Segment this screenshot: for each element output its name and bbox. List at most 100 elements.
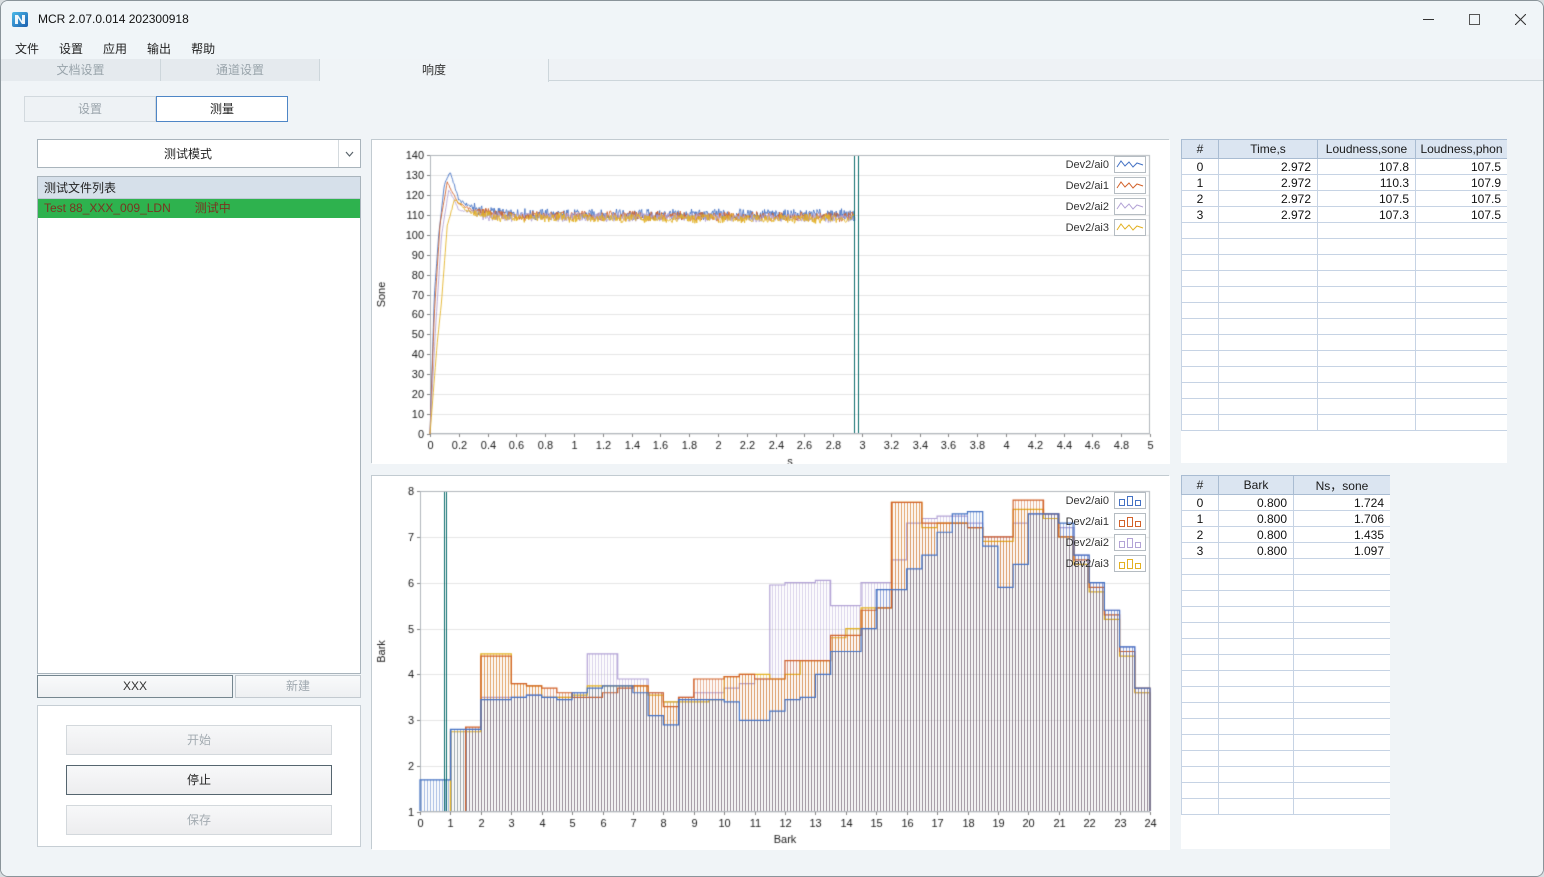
menu-settings[interactable]: 设置 <box>49 38 93 59</box>
table-row-empty <box>1181 750 1390 767</box>
table-cell <box>1293 686 1390 703</box>
table-row[interactable]: 3 0.800 1.097 <box>1181 542 1390 559</box>
table-cell <box>1415 366 1507 383</box>
table-cell <box>1317 398 1416 415</box>
table-cell: 2.972 <box>1218 174 1318 191</box>
table-cell <box>1218 270 1318 287</box>
legend-label: Dev2/ai2 <box>1065 536 1109 549</box>
file-name: Test 88_XXX_009_LDN <box>44 201 171 215</box>
col-index[interactable]: # <box>1181 139 1219 159</box>
col-time[interactable]: Time,s <box>1218 139 1318 159</box>
table-row-empty <box>1181 334 1507 351</box>
start-button[interactable]: 开始 <box>66 725 332 755</box>
table-row[interactable]: 1 2.972 110.3 107.9 <box>1181 174 1507 191</box>
table-cell <box>1293 606 1390 623</box>
table-cell <box>1218 606 1294 623</box>
list-item-test-file[interactable]: Test 88_XXX_009_LDN 测试中 <box>38 199 360 218</box>
table-row-empty <box>1181 782 1390 799</box>
table-cell <box>1317 414 1416 431</box>
tab-loudness[interactable]: 响度 <box>320 59 549 82</box>
bar-series-icon <box>1114 513 1146 530</box>
table-cell <box>1181 718 1219 735</box>
stop-button[interactable]: 停止 <box>66 765 332 795</box>
table-cell: 107.5 <box>1415 190 1507 207</box>
test-mode-select[interactable]: 测试模式 <box>37 139 361 168</box>
table-row-empty <box>1181 670 1390 687</box>
menu-output[interactable]: 输出 <box>137 38 181 59</box>
table-cell: 2 <box>1181 190 1219 207</box>
table-cell <box>1317 334 1416 351</box>
table-cell <box>1415 318 1507 335</box>
save-button[interactable]: 保存 <box>66 805 332 835</box>
table-row[interactable]: 2 0.800 1.435 <box>1181 526 1390 543</box>
menu-file[interactable]: 文件 <box>5 38 49 59</box>
col-bark[interactable]: Bark <box>1218 475 1294 495</box>
maximize-button[interactable] <box>1451 1 1497 37</box>
table-cell <box>1218 670 1294 687</box>
table-cell <box>1317 318 1416 335</box>
subtab-measure[interactable]: 测量 <box>156 96 288 122</box>
table-cell <box>1415 414 1507 431</box>
table-row[interactable]: 0 0.800 1.724 <box>1181 494 1390 511</box>
table-cell <box>1181 414 1219 431</box>
col-index[interactable]: # <box>1181 475 1219 495</box>
close-button[interactable] <box>1497 1 1543 37</box>
table-cell <box>1181 574 1219 591</box>
table-cell <box>1293 782 1390 799</box>
table-cell: 1 <box>1181 510 1219 527</box>
col-loudness-phon[interactable]: Loudness,phon <box>1415 139 1507 159</box>
table-cell: 107.5 <box>1415 158 1507 175</box>
table-row-empty <box>1181 590 1390 607</box>
col-ns-sone[interactable]: Ns，sone <box>1293 475 1390 495</box>
table-cell <box>1317 254 1416 271</box>
subtab-settings[interactable]: 设置 <box>24 96 156 122</box>
specific-loudness-chart[interactable] <box>372 476 1170 850</box>
legend-item: Dev2/ai0 <box>1066 490 1146 511</box>
legend-item: Dev2/ai1 <box>1066 175 1146 196</box>
table-cell <box>1181 782 1219 799</box>
table-cell <box>1181 606 1219 623</box>
table-cell <box>1293 734 1390 751</box>
table-cell <box>1317 302 1416 319</box>
table-cell <box>1218 782 1294 799</box>
loudness-time-chart[interactable] <box>372 140 1170 464</box>
table-row[interactable]: 0 2.972 107.8 107.5 <box>1181 158 1507 175</box>
table-row-empty <box>1181 254 1507 271</box>
table-cell <box>1218 750 1294 767</box>
table-cell <box>1415 222 1507 239</box>
table-cell: 0.800 <box>1218 526 1294 543</box>
xxx-button[interactable]: XXX <box>37 675 233 698</box>
table-cell <box>1181 750 1219 767</box>
table-row[interactable]: 2 2.972 107.5 107.5 <box>1181 190 1507 207</box>
table-row-empty <box>1181 606 1390 623</box>
menu-help[interactable]: 帮助 <box>181 38 225 59</box>
bar-series-icon <box>1114 534 1146 551</box>
table-row-empty <box>1181 286 1507 303</box>
table-cell <box>1218 366 1318 383</box>
table-cell <box>1181 302 1219 319</box>
table-cell <box>1218 654 1294 671</box>
maximize-icon <box>1468 13 1480 25</box>
table-cell <box>1181 366 1219 383</box>
loudness-time-chart-panel: Dev2/ai0 Dev2/ai1 Dev2/ai2 Dev2/ai3 <box>371 139 1170 464</box>
table-row[interactable]: 1 0.800 1.706 <box>1181 510 1390 527</box>
table-cell: 0 <box>1181 494 1219 511</box>
menu-apply[interactable]: 应用 <box>93 38 137 59</box>
new-button[interactable]: 新建 <box>235 675 361 698</box>
tab-document-settings[interactable]: 文档设置 <box>1 59 161 81</box>
tab-channel-settings[interactable]: 通道设置 <box>161 59 320 81</box>
table-cell: 0.800 <box>1218 494 1294 511</box>
minimize-button[interactable] <box>1405 1 1451 37</box>
table-cell <box>1293 670 1390 687</box>
table-cell <box>1181 654 1219 671</box>
col-loudness-sone[interactable]: Loudness,sone <box>1317 139 1416 159</box>
table-cell <box>1218 638 1294 655</box>
table-cell <box>1218 350 1318 367</box>
table-cell <box>1181 798 1219 815</box>
table-cell <box>1218 254 1318 271</box>
legend-label: Dev2/ai1 <box>1065 515 1109 528</box>
table-row[interactable]: 3 2.972 107.3 107.5 <box>1181 206 1507 223</box>
table-row-empty <box>1181 686 1390 703</box>
table-row-empty <box>1181 238 1507 255</box>
table-cell <box>1218 558 1294 575</box>
